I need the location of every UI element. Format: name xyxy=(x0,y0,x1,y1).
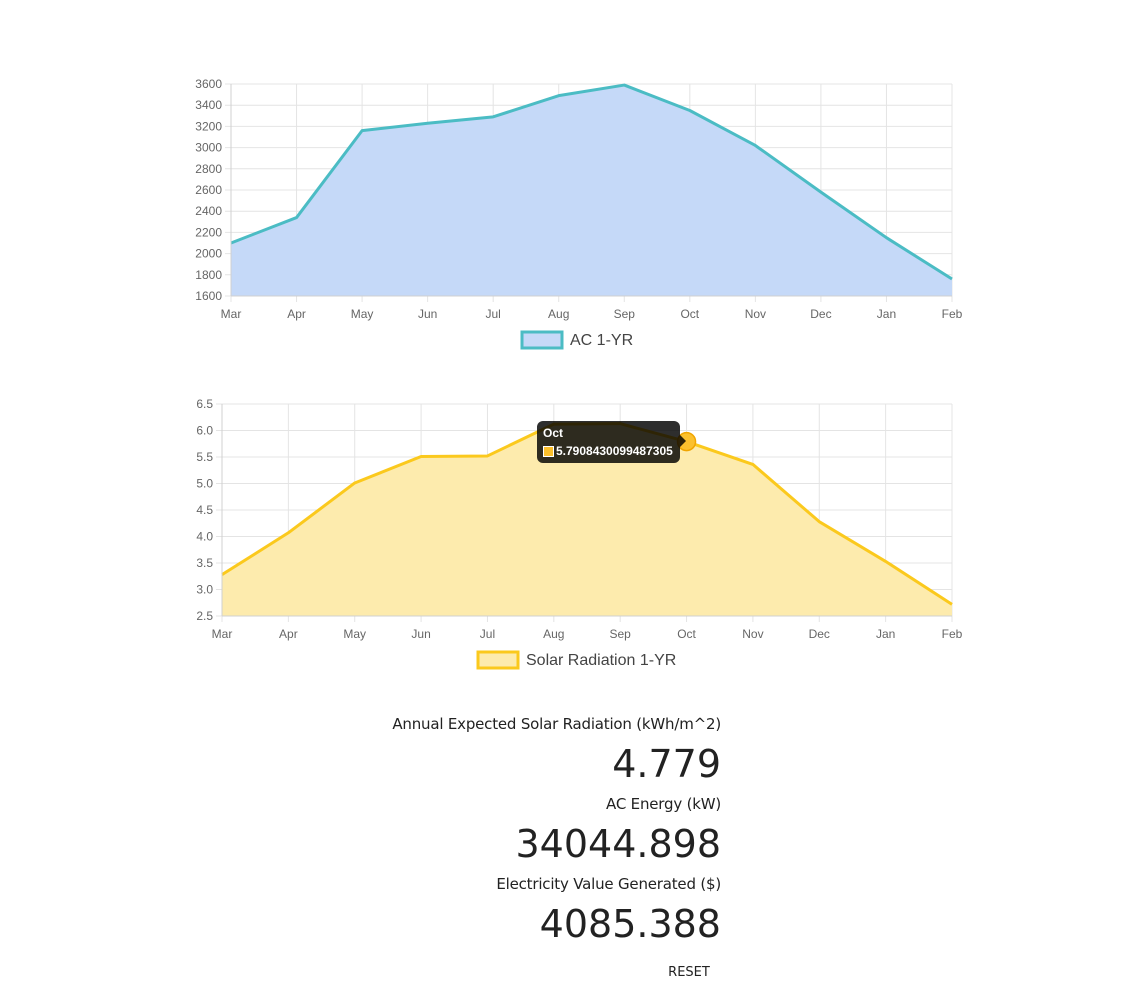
ac-x-tick-label: May xyxy=(351,307,374,321)
electricity-value-label: Electricity Value Generated ($) xyxy=(496,875,721,893)
ac-legend-label: AC 1-YR xyxy=(570,332,633,349)
solar-x-tick-label: Apr xyxy=(279,627,298,641)
solar-x-tick-label: Dec xyxy=(809,627,830,641)
electricity-value-value: 4085.388 xyxy=(539,902,721,946)
ac-energy-value: 34044.898 xyxy=(515,822,722,866)
solar-x-tick-label: Feb xyxy=(942,627,963,641)
ac-x-tick-label: Dec xyxy=(810,307,831,321)
solar-legend-label: Solar Radiation 1-YR xyxy=(526,652,676,669)
ac-y-tick-label: 3400 xyxy=(195,98,222,112)
ac-y-tick-label: 1800 xyxy=(195,268,222,282)
ac-y-tick-label: 2400 xyxy=(195,204,222,218)
solar-x-tick-label: Nov xyxy=(742,627,763,641)
solar-y-tick-label: 2.5 xyxy=(196,609,213,623)
solar-x-tick-label: Sep xyxy=(610,627,632,641)
ac-x-tick-label: Jul xyxy=(486,307,501,321)
solar-radiation-label: Annual Expected Solar Radiation (kWh/m^2… xyxy=(392,715,721,733)
solar-x-tick-label: Aug xyxy=(543,627,564,641)
solar-y-tick-label: 5.5 xyxy=(196,450,213,464)
tooltip-value: 5.7908430099487305 xyxy=(556,444,673,458)
solar-y-tick-label: 6.0 xyxy=(196,424,213,438)
ac-x-tick-label: Jan xyxy=(877,307,896,321)
reset-button[interactable]: RESET xyxy=(656,960,722,984)
tooltip-value-row: 5.7908430099487305 xyxy=(543,444,674,458)
ac-energy-label: AC Energy (kW) xyxy=(606,795,721,813)
solar-x-tick-label: May xyxy=(343,627,366,641)
ac-x-tick-label: Mar xyxy=(221,307,242,321)
tooltip-title: Oct xyxy=(543,426,564,440)
solar-y-tick-label: 4.0 xyxy=(196,530,213,544)
tooltip-swatch xyxy=(543,445,554,457)
ac-y-tick-label: 3600 xyxy=(195,77,222,91)
ac-y-tick-label: 2800 xyxy=(195,162,222,176)
solar-y-tick-label: 3.0 xyxy=(196,583,213,597)
ac-x-tick-label: Nov xyxy=(745,307,766,321)
ac-y-tick-label: 3200 xyxy=(195,119,222,133)
solar-y-tick-label: 4.5 xyxy=(196,503,213,517)
ac-area-fill xyxy=(231,85,952,296)
solar-x-tick-label: Oct xyxy=(677,627,696,641)
ac-x-tick-label: Apr xyxy=(287,307,306,321)
solar-y-tick-label: 3.5 xyxy=(196,556,213,570)
ac-y-tick-label: 2600 xyxy=(195,183,222,197)
solar-y-tick-label: 6.5 xyxy=(196,397,213,411)
ac-x-tick-label: Sep xyxy=(614,307,636,321)
ac-y-tick-label: 2000 xyxy=(195,247,222,261)
chart-tooltip: Oct 5.7908430099487305 xyxy=(537,421,686,463)
ac-x-tick-label: Aug xyxy=(548,307,569,321)
ac-x-tick-label: Oct xyxy=(680,307,699,321)
ac-x-tick-label: Jun xyxy=(418,307,437,321)
solar-legend-swatch xyxy=(476,650,520,670)
ac-x-tick-label: Feb xyxy=(942,307,963,321)
ac-chart: 3600 3400 3200 3000 2800 2600 2400 2200 2000 1800… xyxy=(195,77,963,350)
ac-y-tick-label: 1600 xyxy=(195,289,222,303)
solar-x-tick-label: Jan xyxy=(876,627,895,641)
stats-panel: Annual Expected Solar Radiation (kWh/m^2… xyxy=(300,712,721,952)
solar-y-tick-label: 5.0 xyxy=(196,477,213,491)
ac-y-tick-label: 2200 xyxy=(195,225,222,239)
solar-radiation-value: 4.779 xyxy=(612,742,721,786)
ac-legend-swatch xyxy=(520,330,564,350)
ac-y-tick-label: 3000 xyxy=(195,141,222,155)
solar-x-tick-label: Jul xyxy=(480,627,495,641)
solar-x-tick-label: Mar xyxy=(212,627,233,641)
solar-x-tick-label: Jun xyxy=(411,627,430,641)
